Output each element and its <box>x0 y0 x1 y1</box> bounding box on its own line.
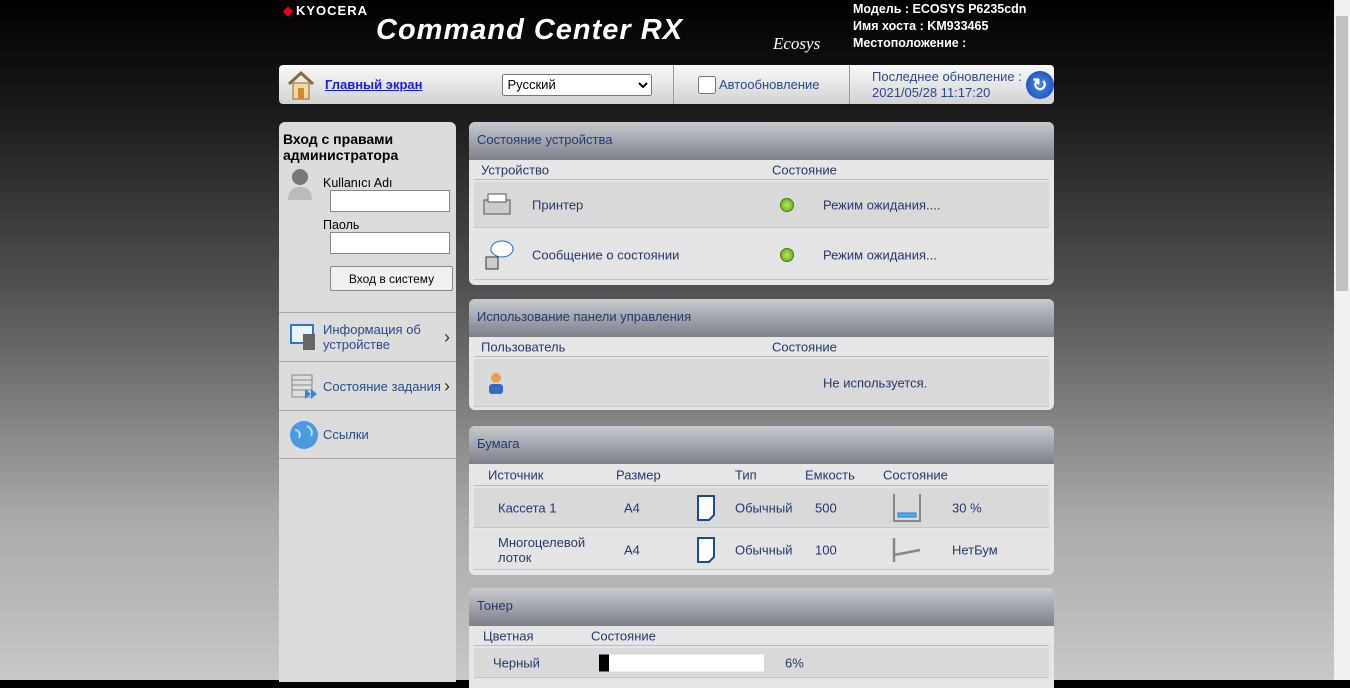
paper-size: A4 <box>624 542 640 557</box>
sidebar-item-job-status[interactable]: Состояние задания › <box>279 361 456 410</box>
panel-title: Бумага <box>469 426 1054 464</box>
sidebar-item-links[interactable]: Ссылки <box>279 410 456 459</box>
device-status-panel: Состояние устройства Устройство Состояние… <box>469 122 1054 285</box>
last-update-time: 2021/05/28 11:17:20 <box>872 84 991 100</box>
col-size: Размер <box>616 467 661 482</box>
toner-level-fill <box>599 654 609 671</box>
scrollbar[interactable] <box>1334 0 1350 680</box>
toolbar: Главный экран Русский Автообновление Пос… <box>279 65 1054 104</box>
table-row: Кассета 1 A4 Обычный 500 30 % <box>474 488 1049 528</box>
paper-size: A4 <box>624 500 640 515</box>
table-row: Многоцелевой лоток A4 Обычный 100 НетБум <box>474 530 1049 570</box>
panel-title: Использование панели управления <box>469 299 1054 337</box>
table-row: Сообщение о состоянии Режим ожидания... <box>474 230 1049 280</box>
login-title: Вход с правами администратора <box>283 131 399 163</box>
col-source: Источник <box>488 467 544 482</box>
sidebar-item-label: Информация об устройстве <box>323 322 421 352</box>
last-update-label: Последнее обновление : <box>872 68 1022 84</box>
col-user: Пользователь <box>481 339 566 354</box>
chevron-right-icon: › <box>444 375 450 396</box>
kyocera-logo: ◆ KYOCERA <box>283 3 369 18</box>
username-label: Kullanıcı Adı <box>323 176 393 190</box>
language-select[interactable]: Русский <box>502 73 653 96</box>
toner-panel: Тонер Цветная Состояние Черный 6% <box>469 588 1054 688</box>
mp-tray-icon <box>892 537 921 562</box>
paper-capacity: 500 <box>815 500 837 515</box>
paper-status: 30 % <box>952 500 982 515</box>
device-status: Режим ожидания.... <box>823 197 941 212</box>
status-ok-icon <box>780 197 794 212</box>
device-name: Принтер <box>532 197 584 212</box>
host-name: Имя хоста : KM933465 <box>853 19 989 33</box>
table-row: Принтер Режим ожидания.... <box>474 182 1049 228</box>
model: Модель : ECOSYS P6235cdn <box>853 2 1027 16</box>
sidebar-item-label: Состояние задания <box>323 378 441 394</box>
table-row: Черный 6% <box>474 648 1049 678</box>
sidebar: Вход с правами администратора Kullanıcı … <box>279 122 456 682</box>
status-ok-icon <box>780 247 794 262</box>
username-input[interactable] <box>330 190 450 212</box>
toner-color: Черный <box>493 655 540 670</box>
paper-sheet-icon <box>697 536 715 563</box>
panel-title: Состояние устройства <box>469 122 1054 160</box>
sidebar-item-label: Ссылки <box>323 427 369 442</box>
user-avatar-icon <box>288 169 312 200</box>
col-color: Цветная <box>483 628 534 643</box>
paper-panel: Бумага Источник Размер Тип Емкость Состо… <box>469 426 1054 575</box>
globe-icon <box>290 420 318 449</box>
device-info-icon <box>290 324 315 350</box>
paper-source: Кассета 1 <box>498 500 557 515</box>
user-icon <box>489 372 503 394</box>
refresh-icon[interactable]: ↻ <box>1025 70 1054 99</box>
ecosys-logo: Ecosys <box>773 34 821 53</box>
password-input[interactable] <box>330 232 450 254</box>
printer-icon <box>483 193 511 214</box>
password-label: Паоль <box>323 218 360 232</box>
login-button[interactable]: Вход в систему <box>330 266 453 291</box>
auto-refresh[interactable]: Автообновление <box>674 75 849 94</box>
paper-sheet-icon <box>697 494 715 521</box>
sidebar-item-device-info[interactable]: Информация об устройстве › <box>279 312 456 361</box>
device-name: Сообщение о состоянии <box>532 247 680 262</box>
product-title: Command Center RX <box>376 14 684 46</box>
paper-level-icon <box>893 493 921 522</box>
table-row: Не используется. <box>474 359 1049 407</box>
col-status: Состояние <box>772 339 837 354</box>
location: Местоположение : <box>853 36 967 50</box>
status-message-icon <box>485 240 514 269</box>
paper-type: Обычный <box>735 542 793 557</box>
panel-title: Тонер <box>469 588 1054 626</box>
auto-refresh-checkbox[interactable] <box>698 75 716 94</box>
col-status: Состояние <box>591 628 656 643</box>
usage-status: Не используется. <box>823 375 928 390</box>
col-status: Состояние <box>883 467 948 482</box>
home-link[interactable]: Главный экран <box>325 77 422 92</box>
panel-usage-panel: Использование панели управления Пользова… <box>469 299 1054 410</box>
auto-refresh-label: Автообновление <box>719 77 820 92</box>
paper-capacity: 100 <box>815 542 837 557</box>
home-icon[interactable] <box>287 70 315 100</box>
toner-percent: 6% <box>785 655 804 670</box>
device-info: Модель : ECOSYS P6235cdn Имя хоста : KM9… <box>853 1 1026 52</box>
scrollbar-thumb[interactable] <box>1336 16 1348 291</box>
col-device: Устройство <box>481 162 550 177</box>
job-status-icon <box>291 374 317 399</box>
device-status: Режим ожидания... <box>823 247 937 262</box>
col-type: Тип <box>735 467 757 482</box>
paper-source: Многоцелевой лоток <box>498 534 586 565</box>
col-status: Состояние <box>772 162 837 177</box>
chevron-right-icon: › <box>444 326 450 347</box>
toner-level-bar <box>599 654 764 671</box>
paper-type: Обычный <box>735 500 793 515</box>
paper-status: НетБум <box>952 542 998 557</box>
col-capacity: Емкость <box>805 467 855 482</box>
